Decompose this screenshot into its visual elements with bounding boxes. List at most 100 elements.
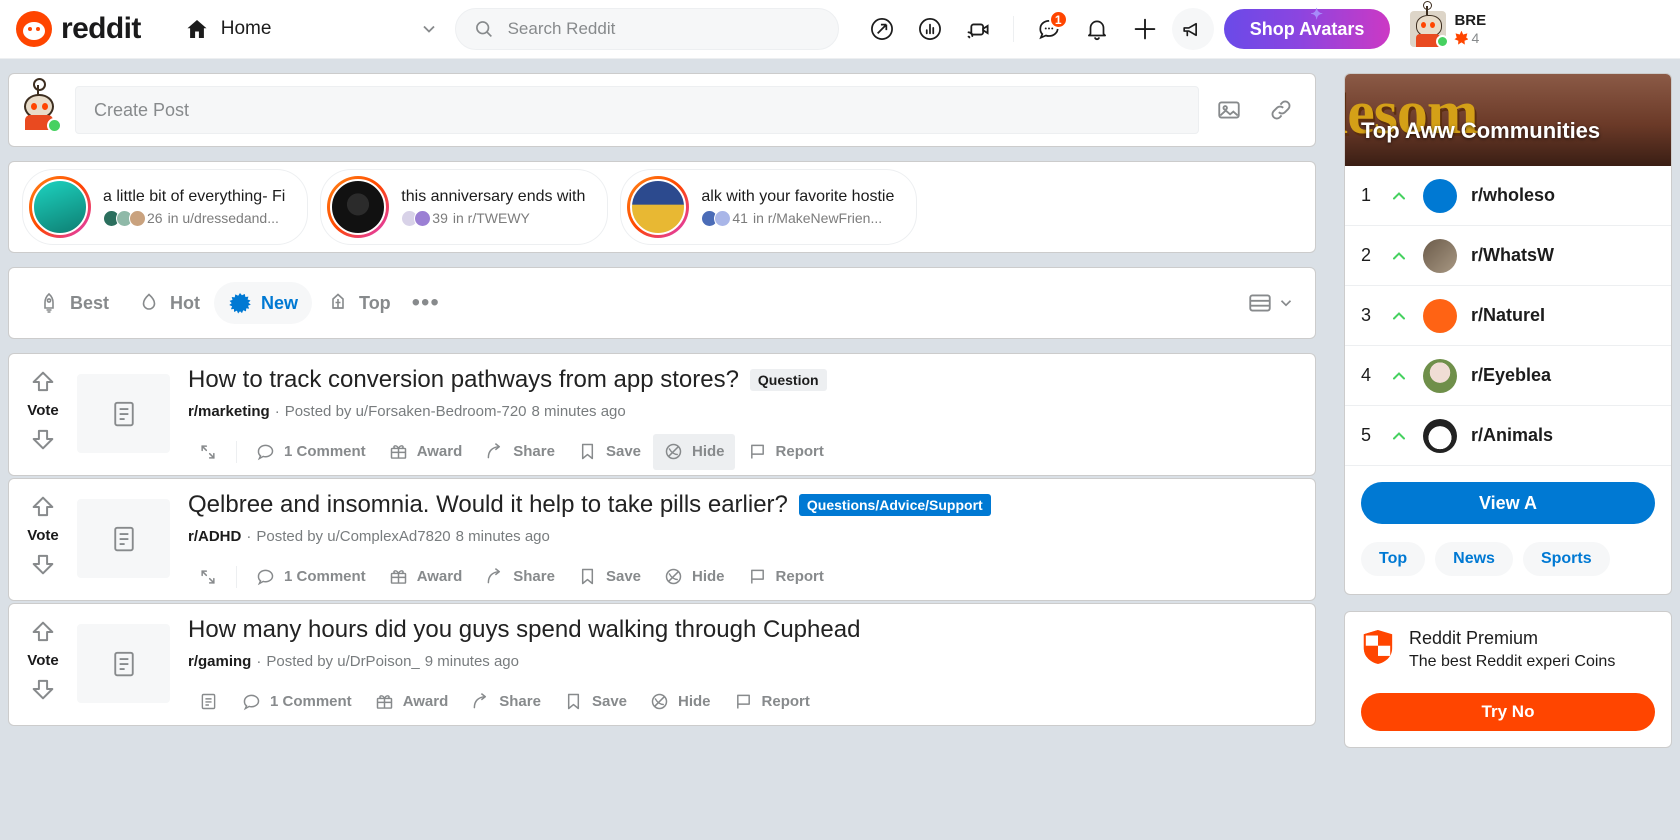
community-row[interactable]: 2 r/WhatsW (1345, 226, 1671, 286)
meta-dot: · (274, 402, 280, 420)
share-button[interactable]: Share (474, 559, 565, 595)
save-button[interactable]: Save (567, 434, 651, 470)
bell-icon[interactable] (1076, 8, 1118, 50)
username-label: BRE (1454, 12, 1487, 30)
carousel-item-meta: 26 in u/dressedand... (103, 209, 285, 227)
post-item[interactable]: Vote Qelbree and insomnia. Would it help… (8, 478, 1316, 601)
megaphone-icon[interactable] (1171, 8, 1214, 50)
subreddit-link[interactable]: r/ADHD (188, 528, 241, 545)
hide-button[interactable]: Hide (653, 559, 735, 595)
image-icon[interactable] (1207, 88, 1251, 132)
community-name[interactable]: r/Eyeblea (1471, 365, 1551, 386)
hide-button[interactable]: Hide (653, 433, 735, 470)
post-author[interactable]: Posted by u/Forsaken-Bedroom-720 (285, 403, 527, 420)
page-body: Create Post a little bit of everything- … (0, 59, 1680, 840)
topic-pill-sports[interactable]: Sports (1522, 542, 1610, 576)
sort-best[interactable]: Best (23, 282, 123, 324)
community-row[interactable]: 1 r/wholeso (1345, 166, 1671, 226)
hide-button[interactable]: Hide (639, 684, 721, 720)
subreddit-link[interactable]: r/gaming (188, 653, 251, 670)
share-button[interactable]: Share (474, 434, 565, 470)
post-title[interactable]: Qelbree and insomnia. Would it help to t… (188, 491, 788, 520)
post-thumbnail[interactable] (77, 499, 170, 578)
user-menu[interactable]: BRE 4 (1404, 1, 1492, 51)
carousel-item-title: alk with your favorite hostie (701, 187, 895, 205)
view-all-button[interactable]: View A (1361, 482, 1655, 524)
post-item[interactable]: Vote How many hours did you guys spend w… (8, 603, 1316, 726)
premium-description: The best Reddit experi Coins (1409, 653, 1616, 670)
carousel-item[interactable]: this anniversary ends with 39 in r/TWEWY (321, 170, 608, 244)
post-title[interactable]: How many hours did you guys spend walkin… (188, 616, 860, 645)
hide-label: Hide (692, 443, 725, 461)
sort-new[interactable]: New (214, 282, 313, 324)
post-author[interactable]: Posted by u/ComplexAd7820 (256, 528, 450, 545)
starburst-icon (229, 293, 251, 314)
comments-button[interactable]: 1 Comment (245, 559, 376, 595)
chat-icon[interactable]: 1 (1028, 8, 1070, 50)
post-flair[interactable]: Questions/Advice/Support (798, 494, 991, 517)
sort-hot[interactable]: Hot (123, 282, 214, 324)
save-button[interactable]: Save (553, 684, 637, 720)
karma-icon (1454, 30, 1469, 45)
community-name[interactable]: r/NatureI (1471, 305, 1545, 326)
expand-post-button[interactable] (188, 559, 228, 595)
post-thumbnail[interactable] (77, 624, 170, 703)
plus-icon[interactable] (1124, 8, 1166, 50)
comments-button[interactable]: 1 Comment (245, 434, 376, 470)
reddit-logo-link[interactable]: reddit (16, 11, 141, 47)
search-bar[interactable] (454, 8, 839, 50)
shop-avatars-button[interactable]: ✦ Shop Avatars (1223, 6, 1391, 49)
comments-button[interactable]: 1 Comment (231, 684, 362, 720)
award-button[interactable]: Award (364, 684, 459, 720)
downvote-icon[interactable] (29, 550, 57, 578)
community-name[interactable]: r/WhatsW (1471, 245, 1554, 266)
report-button[interactable]: Report (737, 434, 834, 470)
community-row[interactable]: 4 r/Eyeblea (1345, 346, 1671, 406)
feed-sort-bar: Best Hot New Top ••• (8, 267, 1316, 339)
topic-pill-top[interactable]: Top (1361, 542, 1426, 576)
report-button[interactable]: Report (723, 684, 820, 720)
view-layout-toggle[interactable] (1241, 284, 1301, 322)
post-author[interactable]: Posted by u/DrPoison_ (266, 653, 419, 670)
upvote-icon[interactable] (29, 618, 57, 646)
post-flair[interactable]: Question (749, 369, 827, 392)
community-name[interactable]: r/Animals (1471, 425, 1553, 446)
sort-top-label: Top (359, 292, 391, 313)
post-item[interactable]: Vote How to track conversion pathways fr… (8, 353, 1316, 476)
save-button[interactable]: Save (567, 559, 651, 595)
post-thumbnail[interactable] (77, 374, 170, 453)
community-row[interactable]: 5 r/Animals (1345, 406, 1671, 466)
report-button[interactable]: Report (737, 559, 834, 595)
live-video-icon[interactable] (957, 8, 999, 50)
post-title[interactable]: How to track conversion pathways from ap… (188, 366, 739, 395)
sort-more-button[interactable]: ••• (405, 282, 447, 324)
award-button[interactable]: Award (378, 434, 473, 470)
recent-posts-carousel[interactable]: a little bit of everything- Fi 26 in u/d… (8, 161, 1316, 253)
link-icon[interactable] (1259, 88, 1303, 132)
mini-avatars (103, 209, 146, 227)
carousel-item[interactable]: a little bit of everything- Fi 26 in u/d… (23, 170, 308, 244)
search-input[interactable] (507, 19, 820, 39)
subreddit-link[interactable]: r/marketing (188, 403, 270, 420)
comments-label: 1 Comment (284, 568, 366, 586)
home-dropdown[interactable]: Home (177, 10, 447, 48)
post-type-button[interactable] (188, 684, 229, 720)
expand-post-button[interactable] (188, 434, 228, 470)
popular-icon[interactable] (861, 8, 903, 50)
create-post-input[interactable]: Create Post (75, 86, 1199, 134)
upvote-icon[interactable] (29, 493, 57, 521)
premium-cta-button[interactable]: Try No (1361, 692, 1655, 731)
carousel-item[interactable]: alk with your favorite hostie 41 in r/Ma… (621, 170, 917, 244)
trending-icon[interactable] (909, 8, 951, 50)
award-button[interactable]: Award (378, 559, 473, 595)
sort-top[interactable]: Top (312, 282, 405, 324)
downvote-icon[interactable] (29, 675, 57, 703)
community-row[interactable]: 3 r/NatureI (1345, 286, 1671, 346)
community-name[interactable]: r/wholeso (1471, 185, 1555, 206)
community-rank: 1 (1361, 185, 1372, 205)
share-button[interactable]: Share (460, 684, 551, 720)
topic-pill-news[interactable]: News (1435, 542, 1513, 576)
upvote-icon[interactable] (29, 368, 57, 396)
downvote-icon[interactable] (29, 425, 57, 453)
post-body: Qelbree and insomnia. Would it help to t… (170, 479, 1315, 600)
